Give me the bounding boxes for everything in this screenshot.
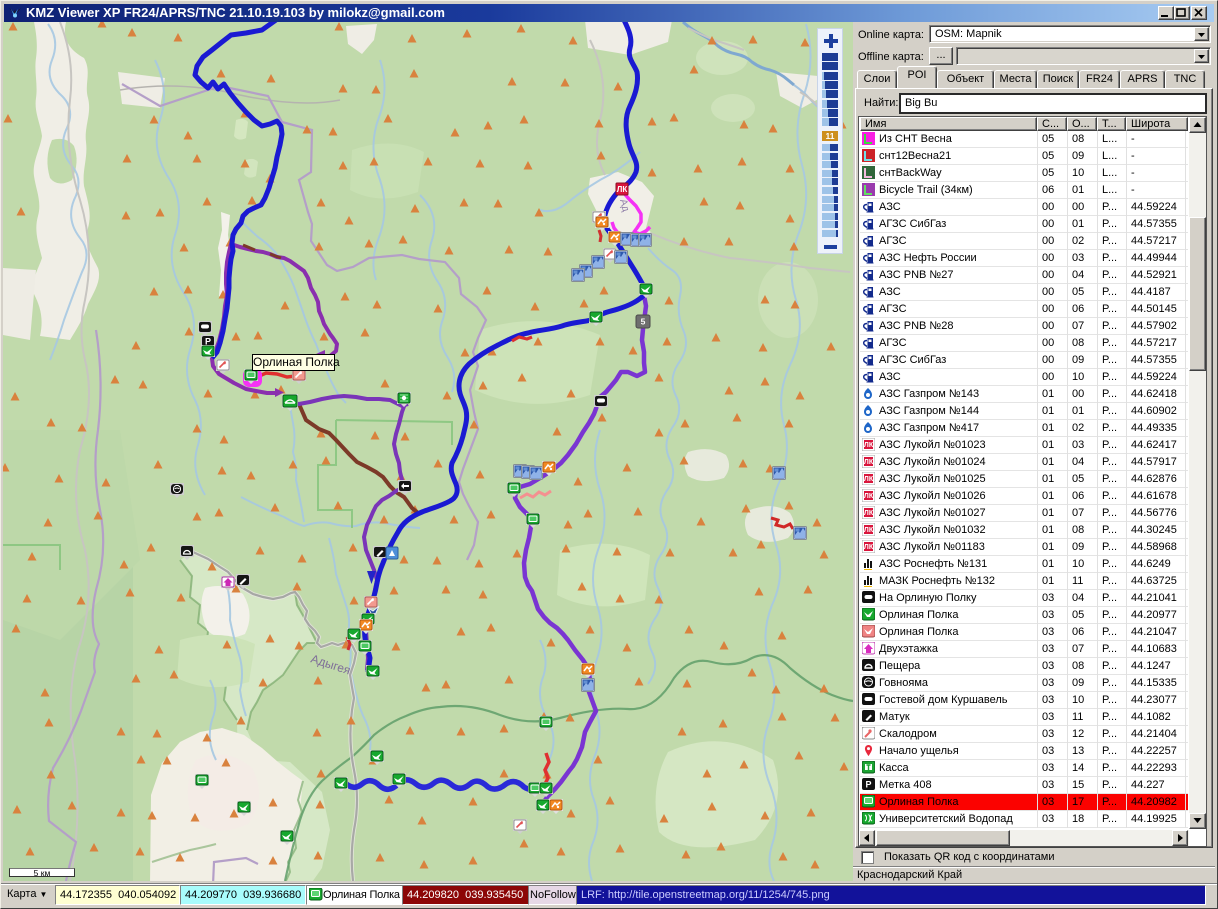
svg-text:ЛК: ЛК	[864, 510, 874, 517]
svg-text:P: P	[865, 780, 871, 790]
svg-text:ЛК: ЛК	[864, 527, 874, 534]
svg-text:ЛК: ЛК	[864, 442, 874, 449]
svg-text:ЛК: ЛК	[864, 493, 874, 500]
svg-text:ЛК: ЛК	[864, 476, 874, 483]
svg-text:ЛК: ЛК	[864, 544, 874, 551]
svg-text:ЛК: ЛК	[864, 459, 874, 466]
